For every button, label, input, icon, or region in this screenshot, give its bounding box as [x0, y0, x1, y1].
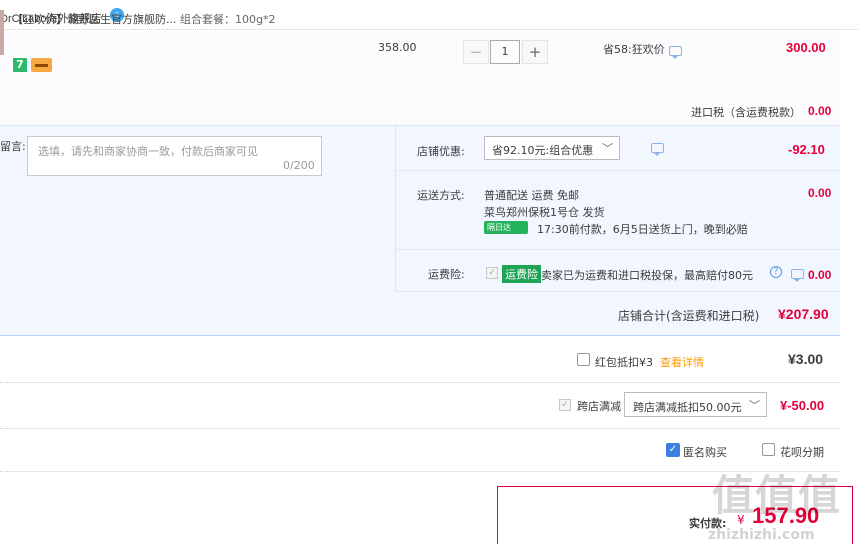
item-spec: 组合套餐：100g*2 [180, 13, 276, 26]
cross-store-label: 跨店满减 [577, 400, 621, 413]
item-title-link[interactable]: 【狂欢价】城野医生官方旗舰防... [12, 11, 177, 27]
row-divider [396, 249, 840, 250]
insurance-tag: 运费险 [502, 265, 541, 283]
chat-bubble-icon[interactable] [650, 143, 664, 156]
store-total-value: ¥207.90 [778, 306, 829, 322]
insurance-value: 0.00 [808, 268, 832, 282]
credit-card-icon [31, 58, 52, 72]
store-discount-label: 店铺优惠: [417, 145, 465, 158]
anonymous-checkbox[interactable]: ✓ [666, 443, 680, 457]
row-divider [0, 428, 840, 429]
huabei-checkbox[interactable] [762, 443, 775, 456]
red-packet-details-link[interactable]: 查看详情 [660, 354, 704, 370]
insurance-checkbox[interactable]: ✓ [486, 267, 498, 279]
import-tax-value: 0.00 [808, 104, 832, 118]
shipping-method: 普通配送 运费 免邮 [484, 189, 579, 202]
message-label: 留言: [0, 140, 26, 153]
store-discount-value: -92.10 [788, 142, 825, 157]
next-day-delivery-badge: 隔日达 [484, 221, 528, 234]
chat-bubble-icon[interactable] [669, 46, 682, 59]
red-packet-checkbox[interactable] [577, 353, 590, 366]
chevron-down-icon[interactable]: ﹀ [749, 397, 760, 413]
message-placeholder: 选填，请先和商家协商一致，付款后商家可见 [38, 145, 258, 158]
insurance-text: 卖家已为运费和进口税投保，最高赔付80元 [541, 269, 753, 282]
help-icon[interactable]: ? [770, 266, 782, 278]
shipping-value: 0.00 [808, 186, 832, 200]
quantity-increase-button[interactable]: + [522, 40, 548, 64]
cross-store-checkbox[interactable]: ✓ [559, 399, 571, 411]
row-divider [396, 291, 840, 292]
row-divider [396, 170, 840, 171]
delivery-promise: 17:30前付款，6月5日送货上门，晚到必赔 [537, 223, 748, 236]
cross-store-select[interactable]: 跨店满减抵扣50.00元 [624, 392, 767, 417]
red-packet-value: ¥3.00 [788, 351, 824, 367]
unit-price: 358.00 [378, 41, 417, 54]
cross-store-value: ¥-50.00 [780, 398, 825, 413]
store-discount-select[interactable]: 省92.10元:组合优惠 [484, 136, 620, 160]
insurance-label: 运费险: [428, 268, 465, 281]
import-tax-label: 进口税（含运费税款） [691, 106, 801, 119]
huabei-label: 花呗分期 [780, 446, 824, 459]
panel-divider [395, 126, 396, 292]
item-promo-text: 省58:狂欢价 [603, 43, 665, 56]
message-char-count: 0/200 [283, 159, 315, 172]
red-packet-label: 红包抵扣¥3 [595, 356, 653, 369]
watermark-logo: 值值值 [712, 471, 842, 520]
shipping-warehouse: 菜鸟郑州保税1号仓 发货 [484, 206, 605, 219]
seven-day-return-icon: 7 [13, 58, 27, 72]
store-total-label: 店铺合计(含运费和进口税) [618, 309, 760, 323]
watermark-domain: zhizhizhi.com [708, 527, 815, 543]
row-divider [0, 382, 840, 383]
item-total-price: 300.00 [786, 40, 826, 55]
chevron-down-icon[interactable]: ﹀ [602, 140, 613, 156]
quantity-decrease-button[interactable]: − [463, 40, 489, 64]
anonymous-label: 匿名购买 [683, 446, 727, 459]
chat-bubble-icon[interactable] [791, 269, 804, 282]
quantity-input[interactable]: 1 [490, 40, 520, 64]
item-thumbnail[interactable] [0, 10, 4, 55]
shipping-label: 运送方式: [417, 189, 465, 202]
